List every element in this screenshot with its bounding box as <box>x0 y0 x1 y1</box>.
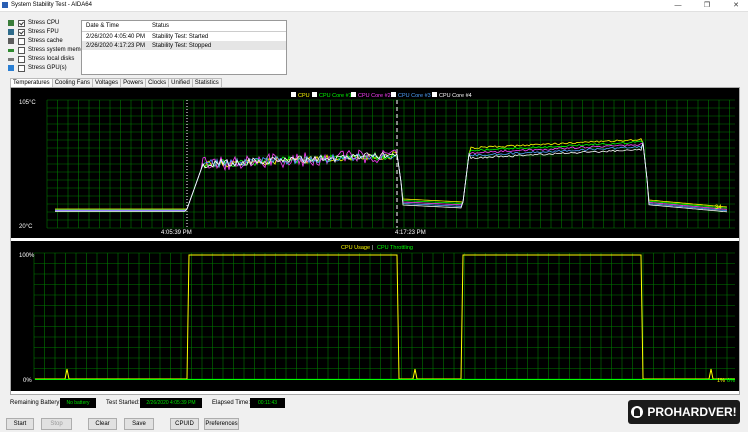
tab-voltages[interactable]: Voltages <box>92 78 122 87</box>
log-row-status: Stability Test: Started <box>152 33 209 40</box>
usage-title-cpu: CPU Usage <box>341 245 370 251</box>
cache-icon <box>8 38 14 44</box>
usage-y-min-label: 0% <box>23 378 32 384</box>
stop-button[interactable]: Stop <box>41 418 72 430</box>
temperature-series-line <box>55 142 728 211</box>
usage-y-max-label: 100% <box>19 253 35 259</box>
usage-grid <box>33 252 735 380</box>
minimize-button[interactable]: — <box>668 0 688 11</box>
tab-clocks[interactable]: Clocks <box>145 78 170 87</box>
window-title: System Stability Test - AIDA64 <box>11 2 92 8</box>
legend-checkbox[interactable] <box>291 92 296 97</box>
app-icon <box>2 2 8 8</box>
usage-title-separator: | <box>372 245 373 251</box>
legend-checkbox[interactable] <box>312 92 317 97</box>
log-row-time: 2/26/2020 4:17:23 PM <box>86 42 146 49</box>
usage-end-label-throttling: 0% <box>727 378 735 384</box>
temperature-series-line <box>55 140 728 210</box>
usage-title-throttling: CPU Throttling <box>377 245 413 251</box>
log-row-time: 2/26/2020 4:05:40 PM <box>86 33 146 40</box>
disk-icon <box>8 57 14 61</box>
option-label: Stress CPU <box>28 20 60 26</box>
battery-value: No battery <box>60 398 96 408</box>
option-stress-cpu[interactable]: Stress CPU <box>8 19 59 27</box>
log-row-status: Stability Test: Stopped <box>152 42 212 49</box>
usage-end-label-cpu: 1% <box>717 378 725 384</box>
elapsed-time-value: 00:11:43 <box>250 398 285 408</box>
test-started-label: Test Started: <box>106 400 140 406</box>
tab-cooling-fans[interactable]: Cooling Fans <box>51 78 94 87</box>
stress-cache-checkbox[interactable] <box>18 37 25 45</box>
option-label: Stress cache <box>28 38 63 44</box>
stress-cpu-checkbox[interactable] <box>18 19 25 27</box>
log-row[interactable]: 2/26/2020 4:05:40 PM Stability Test: Sta… <box>82 32 286 41</box>
graph-tabs: Temperatures Cooling Fans Voltages Power… <box>10 78 222 88</box>
tab-statistics[interactable]: Statistics <box>191 78 222 87</box>
elapsed-time-label: Elapsed Time: <box>212 400 251 406</box>
temp-y-min-label: 20°C <box>19 224 33 230</box>
stress-fpu-checkbox[interactable] <box>18 28 25 36</box>
legend-checkbox[interactable] <box>391 92 396 97</box>
log-row[interactable]: 2/26/2020 4:17:23 PM Stability Test: Sto… <box>82 41 286 50</box>
legend-label-core3: CPU Core #3 <box>398 93 431 99</box>
legend-label-core1: CPU Core #1 <box>319 93 352 99</box>
cpu-usage-graph-canvas: CPU Usage | CPU Throttling 100% 0% 1% 0% <box>19 245 735 384</box>
temp-y-max-label: 105°C <box>19 100 36 106</box>
close-button[interactable]: ✕ <box>726 0 746 11</box>
log-header: Date & Time Status <box>82 21 286 32</box>
temperature-legend: CPU CPU Core #1 CPU Core #2 CPU Core #3 … <box>291 92 472 99</box>
preferences-button[interactable]: Preferences <box>204 418 239 430</box>
option-stress-gpu[interactable]: Stress GPU(s) <box>8 64 67 72</box>
watermark-text: PROHARDVER! <box>647 405 737 419</box>
marker-label-start: 4:05:39 PM <box>161 230 192 236</box>
cpuid-button[interactable]: CPUID <box>170 418 199 430</box>
option-stress-fpu[interactable]: Stress FPU <box>8 28 59 36</box>
legend-checkbox[interactable] <box>351 92 356 97</box>
temperature-series-line <box>55 141 728 212</box>
gpu-icon <box>8 65 14 71</box>
temperature-graph: 105°C 20°C 4:05:39 PM 4:17:23 PM 34 CPU … <box>11 88 739 238</box>
stress-disks-checkbox[interactable] <box>18 55 25 63</box>
status-log[interactable]: Date & Time Status 2/26/2020 4:05:40 PM … <box>81 20 287 75</box>
legend-label-core2: CPU Core #2 <box>358 93 391 99</box>
option-label: Stress local disks <box>28 56 75 62</box>
option-label: Stress system memory <box>28 47 90 53</box>
cpu-usage-graph: CPU Usage | CPU Throttling 100% 0% 1% 0% <box>11 241 739 391</box>
log-header-datetime[interactable]: Date & Time <box>82 23 152 29</box>
temperature-series <box>55 138 728 213</box>
marker-label-stop: 4:17:23 PM <box>395 230 426 236</box>
log-header-status[interactable]: Status <box>152 23 169 29</box>
clear-button[interactable]: Clear <box>88 418 117 430</box>
test-started-value: 2/26/2020 4:05:39 PM <box>140 398 202 408</box>
stress-memory-checkbox[interactable] <box>18 46 25 54</box>
option-stress-memory[interactable]: Stress system memory <box>8 46 89 54</box>
stress-gpu-checkbox[interactable] <box>18 64 25 72</box>
memory-icon <box>8 48 14 52</box>
option-stress-cache[interactable]: Stress cache <box>8 37 63 45</box>
legend-label-core4: CPU Core #4 <box>439 93 472 99</box>
title-bar: System Stability Test - AIDA64 — ❐ ✕ <box>0 0 748 12</box>
watermark-logo: PROHARDVER! <box>628 400 740 424</box>
cpu-usage-line <box>35 254 735 380</box>
option-label: Stress FPU <box>28 29 59 35</box>
legend-checkbox[interactable] <box>432 92 437 97</box>
cpu-icon <box>8 20 14 26</box>
tab-unified[interactable]: Unified <box>168 78 193 87</box>
temperature-series-line <box>55 142 728 213</box>
option-label: Stress GPU(s) <box>28 65 67 71</box>
temp-end-value: 34 <box>715 205 722 211</box>
save-button[interactable]: Save <box>124 418 154 430</box>
tab-powers[interactable]: Powers <box>120 78 147 87</box>
option-stress-disks[interactable]: Stress local disks <box>8 55 74 63</box>
battery-label: Remaining Battery: <box>10 400 62 406</box>
watermark-mark-icon <box>631 406 644 418</box>
graph-panel: 105°C 20°C 4:05:39 PM 4:17:23 PM 34 CPU … <box>10 87 740 395</box>
legend-label-cpu: CPU <box>298 93 310 99</box>
start-button[interactable]: Start <box>6 418 34 430</box>
temperature-series-line <box>55 138 728 210</box>
maximize-button[interactable]: ❐ <box>697 0 717 11</box>
fpu-icon <box>8 29 14 35</box>
temperature-graph-canvas: 105°C 20°C 4:05:39 PM 4:17:23 PM 34 CPU … <box>19 92 735 236</box>
